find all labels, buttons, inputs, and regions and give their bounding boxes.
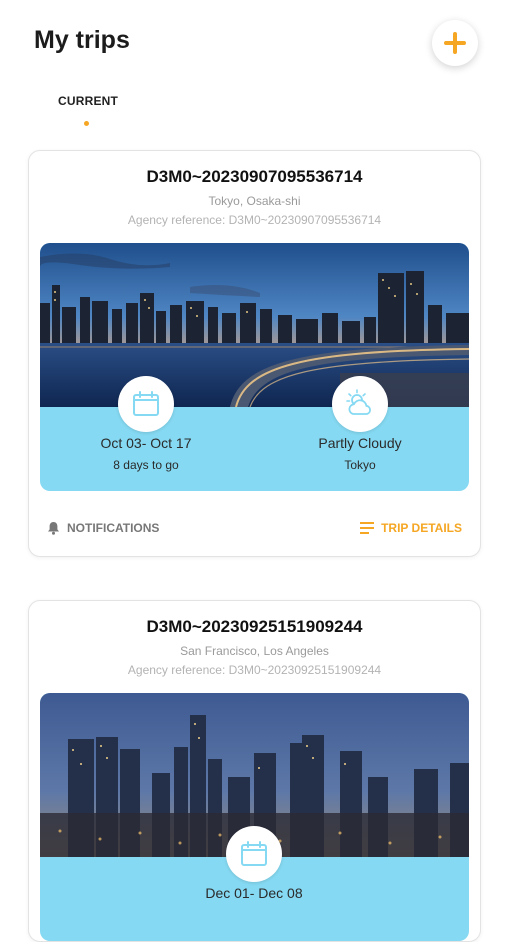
plus-icon (444, 32, 466, 54)
trip-code: D3M0~20230925151909244 (146, 617, 363, 636)
trip-details-label: TRIP DETAILS (381, 521, 462, 535)
trip-details-button[interactable]: TRIP DETAILS (360, 521, 462, 535)
partly-cloudy-icon (346, 389, 371, 415)
trip-cities: Tokyo, Osaka-shi (208, 194, 301, 208)
add-trip-button[interactable] (432, 20, 478, 66)
trip-dates: Dec 01- Dec 08 (205, 885, 303, 901)
tab-current[interactable]: CURRENT (58, 94, 118, 108)
city-photo (40, 243, 469, 407)
agency-reference: Agency reference: D3M0~20230925151909244 (127, 663, 382, 677)
trip-card[interactable]: D3M0~20230925151909244 San Francisco, Lo… (28, 600, 481, 942)
page-title: My trips (34, 26, 130, 54)
notifications-button[interactable]: NOTIFICATIONS (47, 521, 159, 535)
weather-badge (332, 376, 388, 432)
card-footer: NOTIFICATIONS TRIP DETAILS (29, 521, 480, 545)
app-header: My trips (0, 0, 507, 90)
calendar-badge (118, 376, 174, 432)
trip-countdown: 8 days to go (113, 458, 179, 472)
notifications-label: NOTIFICATIONS (67, 521, 160, 535)
weather-condition: Partly Cloudy (318, 435, 402, 451)
trip-card[interactable]: D3M0~20230907095536714 Tokyo, Osaka-shi … (28, 150, 481, 557)
calendar-badge (226, 826, 282, 882)
trip-cities: San Francisco, Los Angeles (180, 644, 329, 658)
agency-reference: Agency reference: D3M0~20230907095536714 (127, 213, 382, 227)
calendar-icon (133, 391, 159, 416)
weather-city: Tokyo (344, 458, 376, 472)
trip-media: Oct 03- Oct 17 8 days to go Partly Cloud… (40, 243, 469, 491)
trip-media: Dec 01- Dec 08 (40, 693, 469, 941)
active-tab-indicator (84, 121, 89, 126)
trip-code: D3M0~20230907095536714 (146, 167, 363, 186)
bell-icon (48, 522, 59, 535)
calendar-icon (241, 841, 267, 866)
trip-dates: Oct 03- Oct 17 (100, 435, 192, 451)
list-icon (360, 522, 375, 534)
